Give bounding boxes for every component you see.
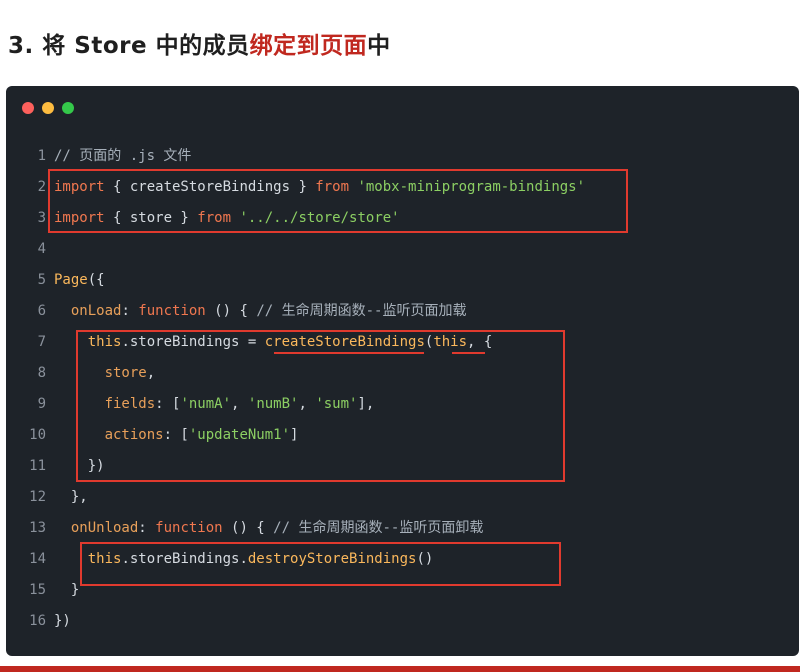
code-text: onLoad: function () { // 生命周期函数--监听页面加载 (54, 296, 467, 327)
highlight-box-destroy-bindings (80, 542, 561, 586)
line-number: 13 (29, 520, 46, 536)
bottom-accent-bar (0, 666, 800, 672)
heading-highlight: 绑定到页面 (249, 33, 368, 59)
code-token: onLoad (54, 303, 122, 319)
minimize-dot-icon (42, 102, 54, 114)
code-text: Page({ (54, 265, 105, 296)
code-token: : (121, 303, 139, 319)
code-token: // 生命周期函数--监听页面卸载 (273, 520, 484, 536)
code-line: 13 onUnload: function () { // 生命周期函数--监听… (6, 513, 799, 544)
heading-prefix: 3. 将 Store 中的成员 (8, 33, 250, 59)
code-token: }, (54, 489, 88, 505)
code-token: function (155, 520, 223, 536)
line-number: 12 (29, 489, 46, 505)
code-token: : (138, 520, 156, 536)
code-text: onUnload: function () { // 生命周期函数--监听页面卸… (54, 513, 483, 544)
code-line: 4 (6, 234, 799, 265)
line-number: 8 (37, 365, 46, 381)
line-number: 10 (29, 427, 46, 443)
line-number: 7 (37, 334, 46, 350)
line-number: 6 (37, 303, 46, 319)
code-line: 5 Page({ (6, 265, 799, 296)
line-number: 5 (37, 272, 46, 288)
close-dot-icon (22, 102, 34, 114)
code-line: 1 // 页面的 .js 文件 (6, 141, 799, 172)
line-number: 14 (29, 551, 46, 567)
code-token: onUnload (54, 520, 139, 536)
code-token: // 生命周期函数--监听页面加载 (256, 303, 467, 319)
line-number: 16 (29, 613, 46, 629)
code-token: () { (222, 520, 274, 536)
code-line: 12 }, (6, 482, 799, 513)
heading-suffix: 中 (367, 33, 391, 59)
line-number: 9 (37, 396, 46, 412)
code-line: 16}) (6, 606, 799, 637)
code-text: // 页面的 .js 文件 (54, 141, 191, 172)
code-text: } (54, 575, 79, 606)
code-token: function (138, 303, 206, 319)
section-heading: 3. 将 Store 中的成员绑定到页面中 (8, 26, 391, 60)
code-token: ({ (87, 272, 105, 288)
window-controls (22, 102, 74, 114)
line-number: 3 (37, 210, 46, 226)
code-token: Page (54, 272, 88, 288)
code-token: }) (54, 613, 71, 629)
line-number: 2 (37, 179, 46, 195)
maximize-dot-icon (62, 102, 74, 114)
code-token: } (54, 582, 80, 598)
code-text: }) (54, 606, 71, 637)
line-number: 4 (37, 241, 46, 257)
code-editor-window: 1// 页面的 .js 文件 2 import { createStoreBindi… (6, 86, 799, 656)
code-text: }, (54, 482, 88, 513)
code-token: // 页面的 .js 文件 (54, 148, 192, 164)
highlight-box-imports (48, 169, 628, 233)
line-number: 11 (29, 458, 46, 474)
code-token: () { (205, 303, 257, 319)
underline-this (452, 352, 485, 354)
underline-createstorebindings (274, 352, 424, 354)
line-number: 15 (29, 582, 46, 598)
line-number: 1 (37, 148, 46, 164)
code-line: 6 onLoad: function () { // 生命周期函数--监听页面加… (6, 296, 799, 327)
